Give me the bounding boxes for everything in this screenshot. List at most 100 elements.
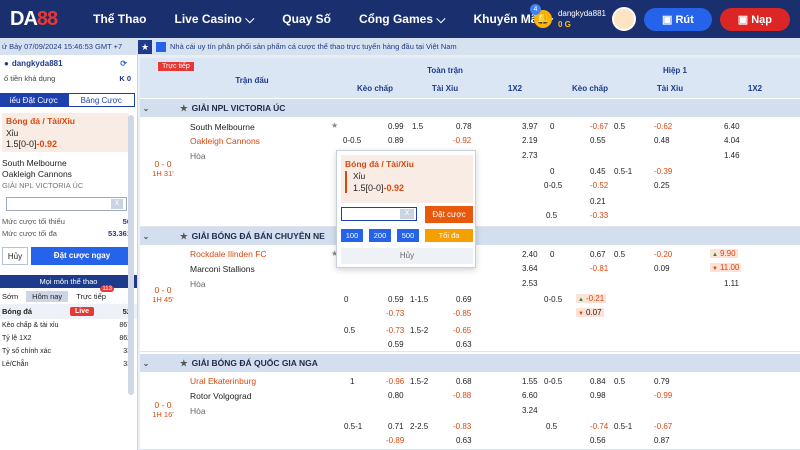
favorite-star-icon[interactable]: ★	[331, 121, 338, 130]
odds-cell[interactable]: -0.73	[386, 309, 404, 318]
withdraw-button[interactable]: ▣ Rút	[643, 7, 712, 31]
odds-cell[interactable]: -0.62	[654, 122, 672, 131]
odds-cell[interactable]: 2.40	[522, 250, 538, 259]
max-stake-button[interactable]: Tối đa	[425, 229, 473, 242]
odds-cell[interactable]: 0.67	[590, 250, 606, 259]
odds-cell[interactable]: 0.87	[654, 436, 670, 445]
odds-cell[interactable]: 0.80	[388, 391, 404, 400]
odds-cell[interactable]: -0.81	[590, 264, 608, 273]
odds-cell[interactable]: 1.11	[724, 279, 739, 288]
odds-cell[interactable]: 6.40	[724, 122, 740, 131]
odds-cell[interactable]: -0.89	[386, 436, 404, 445]
odds-cell[interactable]: 0.78	[456, 122, 472, 131]
tab-today[interactable]: Hôm nay	[26, 290, 69, 302]
odds-cell-falling[interactable]: ▼ 0.07	[576, 308, 604, 317]
place-bet-button[interactable]: Đặt cược ngay	[31, 247, 133, 265]
odds-cell[interactable]: 6.60	[522, 391, 538, 400]
odds-cell[interactable]: -0.52	[590, 181, 608, 190]
odds-cell[interactable]: -0.96	[386, 377, 404, 386]
odds-cell-rising[interactable]: ▲ 9.90	[710, 249, 738, 258]
bell-icon[interactable]: 🔔 4	[529, 4, 552, 28]
popup-stake-input[interactable]: X	[341, 207, 417, 221]
odds-cell[interactable]: 0.63	[456, 436, 472, 445]
clear-icon[interactable]: X	[111, 199, 123, 209]
star-icon[interactable]: ★	[138, 39, 152, 54]
cancel-button[interactable]: Hủy	[2, 247, 28, 265]
odds-cell[interactable]: -0.73	[386, 326, 404, 335]
odds-cell[interactable]: -0.88	[453, 391, 471, 400]
odds-cell[interactable]: 2.53	[522, 279, 538, 288]
list-item[interactable]: Tỷ lệ 1X2 862	[0, 332, 137, 345]
star-icon[interactable]: ★	[180, 103, 188, 114]
odds-cell[interactable]: 0.09	[654, 264, 670, 273]
odds-cell[interactable]: 0.56	[590, 436, 606, 445]
odds-cell[interactable]: -0.83	[453, 422, 471, 431]
odds-cell[interactable]: 0.21	[590, 197, 606, 206]
deposit-button[interactable]: ▣ Nạp	[719, 7, 790, 31]
odds-cell[interactable]: -0.33	[590, 211, 608, 220]
list-item[interactable]: Tỷ số chính xác33	[0, 345, 137, 358]
nav-live-casino[interactable]: Live Casino ⌵	[160, 12, 268, 27]
popup-cancel-button[interactable]: Hủy	[341, 248, 473, 264]
chip-500-button[interactable]: 500	[397, 229, 419, 242]
odds-cell[interactable]: 0.55	[590, 136, 606, 145]
odds-cell[interactable]: -0.67	[654, 422, 672, 431]
odds-cell[interactable]: 3.24	[522, 406, 538, 415]
odds-cell[interactable]: 0.59	[388, 340, 404, 349]
nav-lottery[interactable]: Quay Số	[268, 12, 345, 27]
stake-input[interactable]: X	[6, 197, 127, 211]
odds-cell[interactable]: 0.68	[456, 377, 472, 386]
league-header[interactable]: ⌄ ★ GIẢI NPL VICTORIA ÚC	[140, 99, 800, 117]
tab-bet-slip[interactable]: iếu Đặt Cược	[0, 93, 68, 107]
odds-cell[interactable]: 0.25	[654, 181, 670, 190]
chip-200-button[interactable]: 200	[369, 229, 391, 242]
sport-football[interactable]: Bóng đá Live 52	[0, 304, 137, 319]
avatar[interactable]	[611, 7, 636, 31]
tab-live[interactable]: Trực tiếp 113	[76, 285, 114, 301]
odds-cell[interactable]: -0.99	[654, 391, 672, 400]
odds-cell[interactable]: 3.97	[522, 122, 538, 131]
odds-cell[interactable]: 4.04	[724, 136, 740, 145]
odds-cell[interactable]: 0.98	[590, 391, 606, 400]
panel-scrollbar[interactable]	[128, 115, 134, 395]
odds-cell[interactable]: 0.63	[456, 340, 472, 349]
odds-cell[interactable]: 0.45	[590, 167, 606, 176]
odds-cell[interactable]: 1.55	[522, 377, 538, 386]
odds-cell[interactable]: 0.99	[388, 122, 404, 131]
list-item[interactable]: Lẻ/Chẵn33	[0, 358, 137, 371]
logo[interactable]: DA88	[10, 8, 58, 31]
odds-cell[interactable]: 2.73	[522, 151, 538, 160]
odds-cell-falling[interactable]: ▼ 11.00	[710, 263, 742, 272]
chip-100-button[interactable]: 100	[341, 229, 363, 242]
odds-cell[interactable]: -0.67	[590, 122, 608, 131]
odds-cell[interactable]: -0.39	[654, 167, 672, 176]
odds-cell[interactable]: 0.69	[456, 295, 472, 304]
odds-cell[interactable]: 0.59	[388, 295, 404, 304]
star-icon[interactable]: ★	[180, 231, 188, 242]
odds-cell[interactable]: -0.92	[453, 136, 471, 145]
odds-cell[interactable]: 0.79	[654, 377, 670, 386]
clear-icon[interactable]: X	[400, 209, 414, 219]
odds-cell[interactable]: 0.48	[654, 136, 670, 145]
odds-cell[interactable]: 0.71	[388, 422, 404, 431]
odds-cell[interactable]: -0.65	[453, 326, 471, 335]
odds-cell[interactable]: 3.64	[522, 264, 538, 273]
league-header[interactable]: ⌄ ★ GIẢI BÓNG ĐÁ QUỐC GIA NGA	[140, 354, 800, 372]
nav-games[interactable]: Cổng Games ⌵	[345, 12, 459, 27]
list-item[interactable]: Kèo chấp & tài xỉu 867	[0, 319, 137, 332]
nav-sports[interactable]: Thể Thao	[79, 12, 160, 27]
odds-cell[interactable]: 0.89	[388, 136, 404, 145]
star-icon[interactable]: ★	[180, 358, 188, 369]
odds-cell[interactable]: -0.85	[453, 309, 471, 318]
refresh-icon[interactable]: ⟳	[120, 59, 127, 68]
odds-cell[interactable]: 0.84	[590, 377, 606, 386]
odds-cell-rising[interactable]: ▲ -0.21	[576, 294, 607, 303]
tab-early[interactable]: Sớm	[2, 292, 18, 301]
odds-cell[interactable]: -0.74	[590, 422, 608, 431]
tab-bet-list[interactable]: Bảng Cược	[67, 93, 135, 107]
popup-bet-button[interactable]: Đặt cược	[425, 206, 473, 223]
odds-cell[interactable]: 1.46	[724, 151, 740, 160]
odds-cell[interactable]: -0.20	[654, 250, 672, 259]
odds-cell[interactable]: 2.19	[522, 136, 538, 145]
col-1x2: 1X2	[507, 84, 523, 93]
